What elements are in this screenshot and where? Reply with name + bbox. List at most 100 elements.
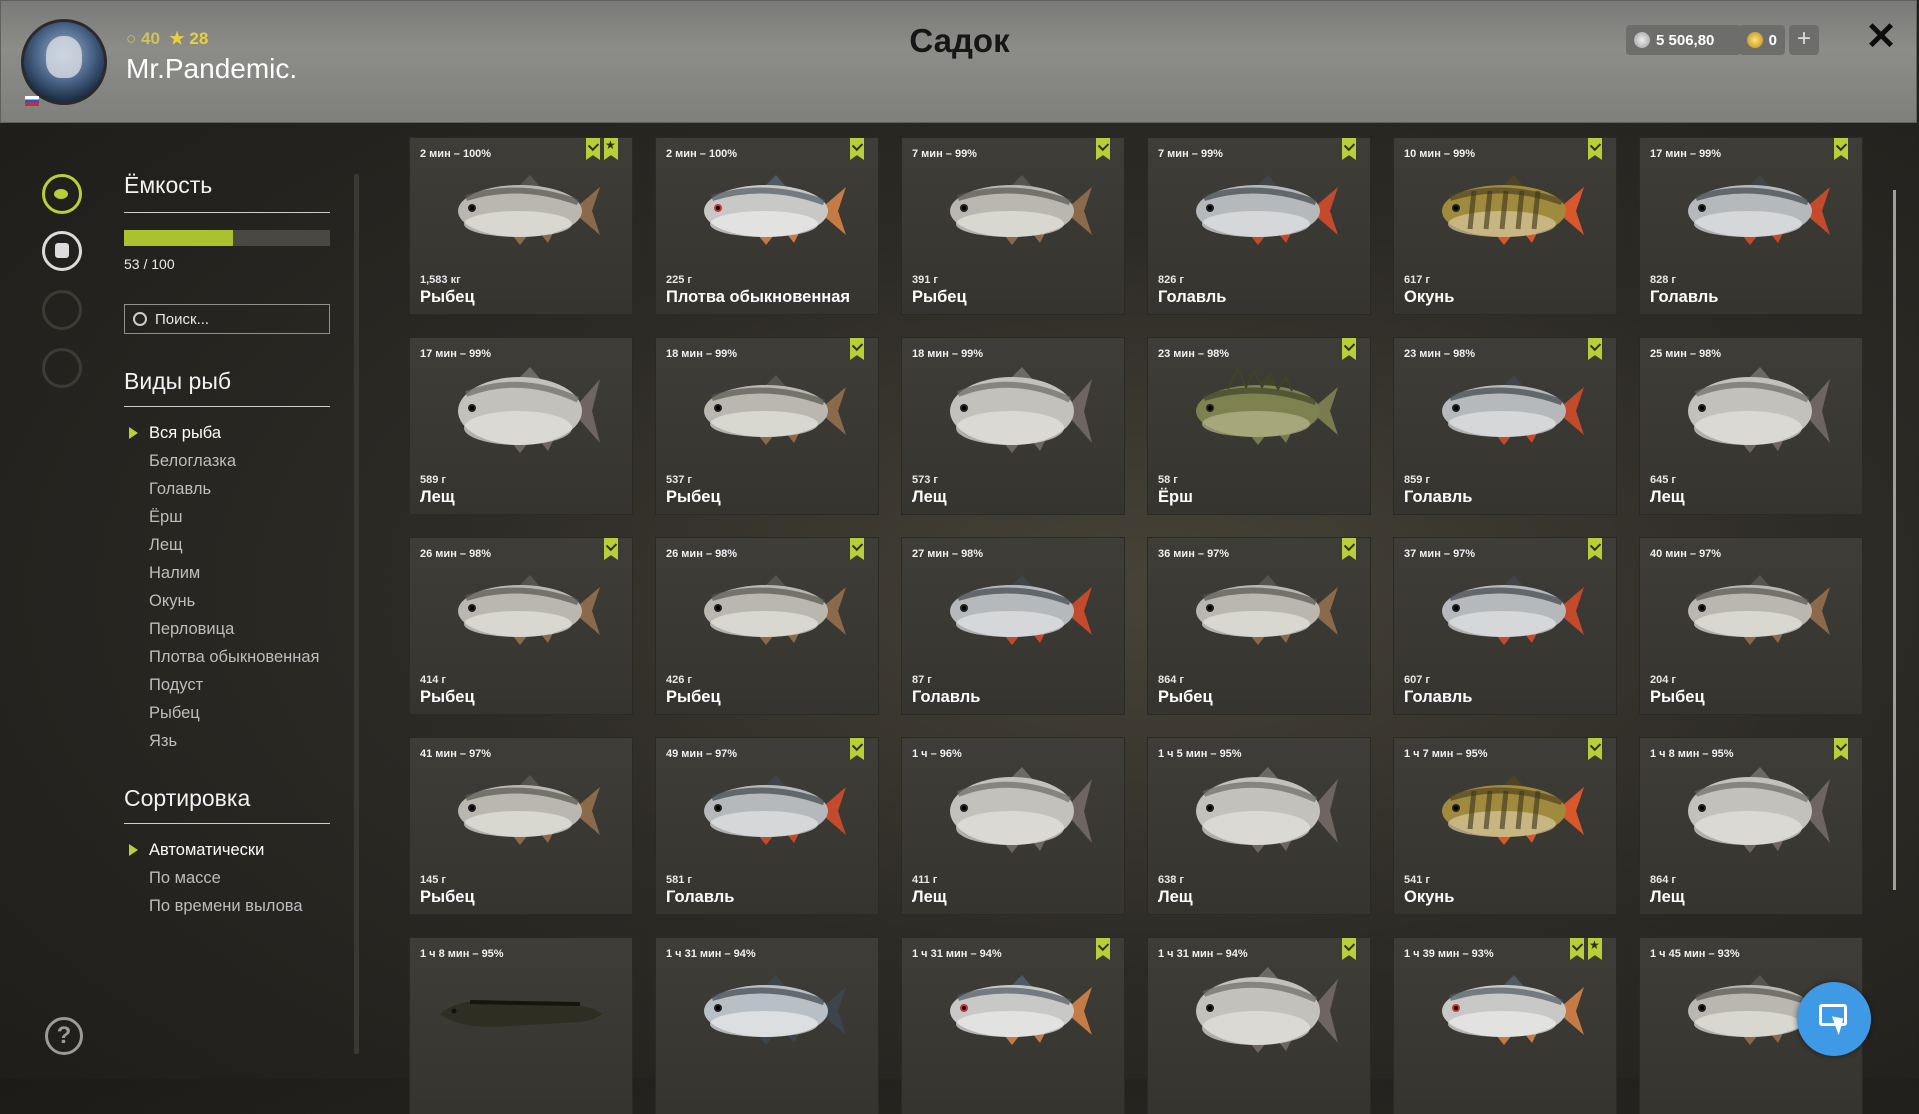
fish-card[interactable]: 7 мин – 99% 826 г Голавль (1148, 138, 1370, 314)
fish-card[interactable]: 23 мин – 98% 859 г Голавль (1394, 338, 1616, 514)
fish-card[interactable]: 25 мин – 98% 645 г Лещ (1640, 338, 1862, 514)
species-item-8[interactable]: Плотва обыкновенная (124, 643, 319, 671)
help-icon[interactable]: ? (45, 1017, 83, 1055)
bookmark-check-icon[interactable] (850, 338, 864, 360)
card-tags (1342, 538, 1356, 560)
species-item-2[interactable]: Голавль (124, 475, 319, 503)
fish-card[interactable]: 1 ч 8 мин – 95% (410, 938, 632, 1114)
fish-card[interactable]: 1 ч 5 мин – 95% 638 г Лещ (1148, 738, 1370, 914)
bookmark-check-icon[interactable] (1570, 938, 1584, 960)
species-item-10[interactable]: Рыбец (124, 699, 319, 727)
species-item-1[interactable]: Белоглазка (124, 447, 319, 475)
species-item-11[interactable]: Язь (124, 727, 319, 755)
fish-card[interactable]: 26 мин – 98% 414 г Рыбец (410, 538, 632, 714)
favorite-bookmark-icon[interactable] (604, 138, 618, 160)
card-tags (850, 538, 864, 560)
bookmark-check-icon[interactable] (1588, 338, 1602, 360)
search-input[interactable]: Поиск... (124, 304, 330, 334)
bookmark-check-icon[interactable] (1096, 138, 1110, 160)
sort-option-2[interactable]: По времени вылова (124, 892, 303, 920)
capacity-bar (124, 230, 330, 246)
player-avatar[interactable] (21, 19, 107, 105)
bookmark-check-icon[interactable] (1588, 538, 1602, 560)
bookmark-check-icon[interactable] (1834, 738, 1848, 760)
catch-time: 1 ч 8 мин – 95% (1650, 748, 1734, 760)
fish-weight: 426 г (666, 674, 692, 686)
catch-time: 25 мин – 98% (1650, 348, 1722, 360)
buy-currency-button[interactable]: + (1789, 25, 1819, 55)
fish-card[interactable]: 1 ч – 96% 411 г Лещ (902, 738, 1124, 914)
fish-card[interactable]: 1 ч 31 мин – 94% (656, 938, 878, 1114)
species-item-3[interactable]: Ёрш (124, 503, 319, 531)
catch-time: 23 мин – 98% (1404, 348, 1476, 360)
keepnet-fish-icon[interactable] (42, 174, 82, 214)
fish-card[interactable]: 1 ч 31 мин – 94% (1148, 938, 1370, 1114)
level-icon: ○ (126, 29, 137, 48)
fish-card[interactable]: 40 мин – 97% 204 г Рыбец (1640, 538, 1862, 714)
species-item-5[interactable]: Налим (124, 559, 319, 587)
grid-scrollbar[interactable] (1893, 190, 1896, 890)
fish-card[interactable]: 1 ч 8 мин – 95% 864 г Лещ (1640, 738, 1862, 914)
fish-card[interactable]: 18 мин – 99% 573 г Лещ (902, 338, 1124, 514)
sort-option-1[interactable]: По массе (124, 864, 303, 892)
fish-card[interactable]: 36 мин – 97% 864 г Рыбец (1148, 538, 1370, 714)
fish-weight: 617 г (1404, 274, 1430, 286)
bookmark-check-icon[interactable] (1342, 938, 1356, 960)
catch-time: 2 мин – 100% (666, 148, 738, 160)
bookmark-check-icon[interactable] (1342, 538, 1356, 560)
cursor-mode-button[interactable] (1797, 982, 1871, 1056)
fish-card[interactable]: 37 мин – 97% 607 г Голавль (1394, 538, 1616, 714)
fish-card[interactable]: 26 мин – 98% 426 г Рыбец (656, 538, 878, 714)
fish-card[interactable]: 17 мин – 99% 589 г Лещ (410, 338, 632, 514)
bookmark-check-icon[interactable] (1834, 138, 1848, 160)
bookmark-check-icon[interactable] (850, 138, 864, 160)
bookmark-check-icon[interactable] (1342, 138, 1356, 160)
fish-card[interactable]: 1 ч 39 мин – 93% (1394, 938, 1616, 1114)
fish-name: Рыбец (1650, 688, 1705, 706)
fish-name: Голавль (1650, 288, 1719, 306)
bookmark-check-icon[interactable] (850, 538, 864, 560)
divider (124, 406, 330, 407)
boat-icon[interactable] (42, 290, 82, 330)
species-item-7[interactable]: Перловица (124, 615, 319, 643)
fish-card[interactable]: 2 мин – 100% 1,583 кг Рыбец (410, 138, 632, 314)
fish-name: Лещ (1158, 888, 1193, 906)
backpack-icon[interactable] (42, 231, 82, 271)
sort-option-0[interactable]: Автоматически (124, 836, 303, 864)
species-item-9[interactable]: Подуст (124, 671, 319, 699)
level-value: 40 (141, 29, 160, 48)
fish-card[interactable]: 49 мин – 97% 581 г Голавль (656, 738, 878, 914)
fish-card[interactable]: 18 мин – 99% 537 г Рыбец (656, 338, 878, 514)
fish-name: Окунь (1404, 288, 1455, 306)
bookmark-check-icon[interactable] (604, 538, 618, 560)
fish-card[interactable]: 1 ч 7 мин – 95% 541 г Окунь (1394, 738, 1616, 914)
fish-weight: 58 г (1158, 474, 1178, 486)
bookmark-check-icon[interactable] (1096, 938, 1110, 960)
bookmark-check-icon[interactable] (1342, 338, 1356, 360)
fish-card[interactable]: 7 мин – 99% 391 г Рыбец (902, 138, 1124, 314)
search-icon (133, 312, 147, 326)
fish-card[interactable]: 23 мин – 98% 58 г Ёрш (1148, 338, 1370, 514)
species-item-0[interactable]: Вся рыба (124, 419, 319, 447)
panel-scroll-track[interactable] (354, 174, 359, 1054)
bookmark-check-icon[interactable] (1588, 738, 1602, 760)
fish-card[interactable]: 1 ч 31 мин – 94% (902, 938, 1124, 1114)
catch-time: 2 мин – 100% (420, 148, 492, 160)
species-item-4[interactable]: Лещ (124, 531, 319, 559)
bookmark-check-icon[interactable] (586, 138, 600, 160)
fish-weight: 225 г (666, 274, 692, 286)
fish-card[interactable]: 2 мин – 100% 225 г Плотва обыкновенная (656, 138, 878, 314)
fish-card[interactable]: 17 мин – 99% 828 г Голавль (1640, 138, 1862, 314)
close-button[interactable]: ✕ (1863, 18, 1899, 56)
fish-card[interactable]: 10 мин – 99% 617 г Окунь (1394, 138, 1616, 314)
card-tags (850, 338, 864, 360)
star-icon: ★ (169, 29, 185, 48)
bookmark-check-icon[interactable] (1588, 138, 1602, 160)
species-item-6[interactable]: Окунь (124, 587, 319, 615)
fish-card[interactable]: 41 мин – 97% 145 г Рыбец (410, 738, 632, 914)
house-icon[interactable] (42, 348, 82, 388)
favorite-bookmark-icon[interactable] (1588, 938, 1602, 960)
fish-card[interactable]: 27 мин – 98% 87 г Голавль (902, 538, 1124, 714)
bookmark-check-icon[interactable] (850, 738, 864, 760)
username: Mr.Pandemic. (126, 53, 298, 84)
